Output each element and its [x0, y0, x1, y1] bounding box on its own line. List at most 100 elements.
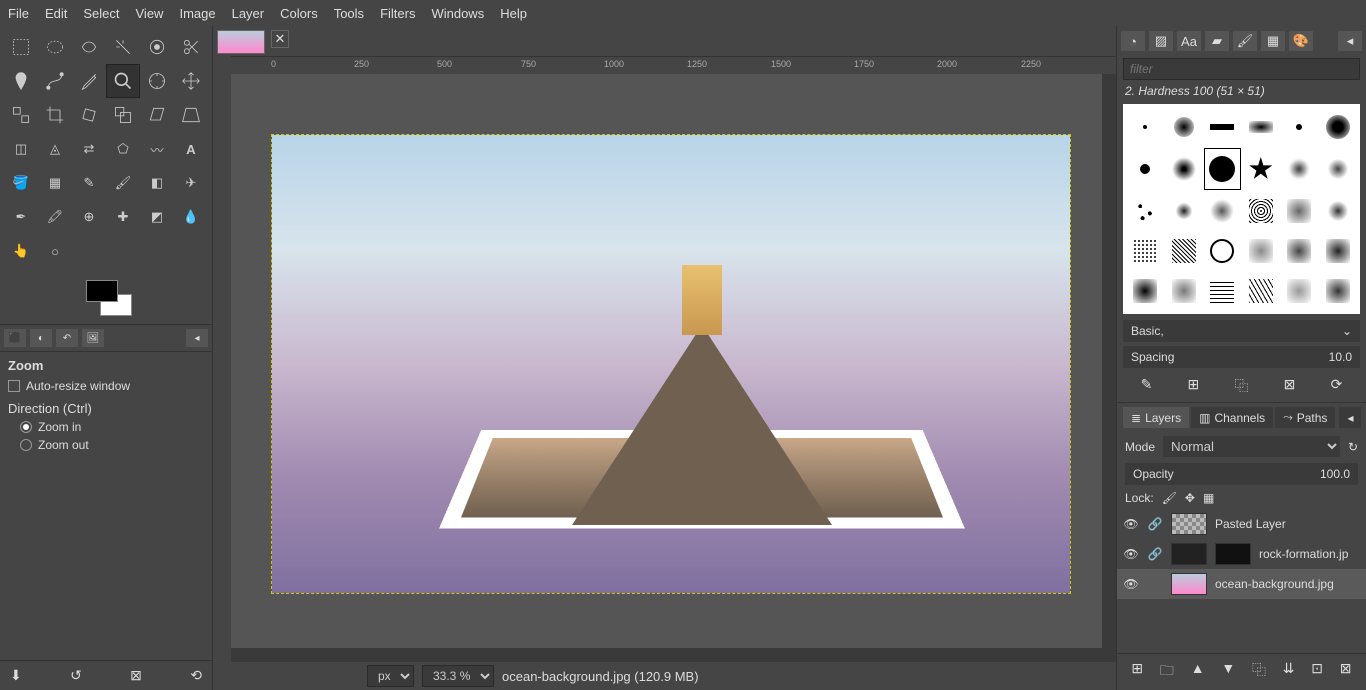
brush-cell[interactable] — [1320, 192, 1357, 230]
brush-cell[interactable] — [1243, 192, 1280, 230]
layer-name[interactable]: ocean-background.jpg — [1215, 577, 1334, 591]
layer-row[interactable]: 👁 🔗 rock-formation.jp — [1117, 539, 1366, 569]
tool-airbrush[interactable]: ✈ — [174, 166, 208, 200]
tool-free-select[interactable] — [72, 30, 106, 64]
layer-delete-icon[interactable]: ⊠ — [1340, 660, 1352, 684]
brush-cell[interactable] — [1127, 108, 1164, 146]
tool-flip[interactable]: ⇄ — [72, 132, 106, 166]
visibility-icon[interactable]: 👁 — [1123, 547, 1139, 561]
tool-ellipse-select[interactable] — [38, 30, 72, 64]
restore-options-icon[interactable]: ↺ — [70, 667, 82, 684]
layer-merge-icon[interactable]: ⇊ — [1283, 660, 1295, 684]
tool-mypaint[interactable]: 🖍 — [38, 200, 72, 234]
brush-preset-select[interactable]: Basic,⌄ — [1123, 320, 1360, 342]
layer-duplicate-icon[interactable]: ⿻ — [1252, 660, 1266, 684]
tab-menu[interactable]: ◂ — [1339, 407, 1361, 428]
tool-scissors[interactable] — [174, 30, 208, 64]
tool-crop[interactable] — [38, 98, 72, 132]
canvas[interactable] — [271, 134, 1071, 594]
menu-tools[interactable]: Tools — [334, 6, 364, 21]
tool-text[interactable]: A — [174, 132, 208, 166]
brush-cell[interactable] — [1166, 272, 1203, 310]
brush-cell[interactable] — [1204, 272, 1241, 310]
tool-foreground-select[interactable] — [4, 64, 38, 98]
mode-select[interactable]: Normal — [1163, 436, 1340, 457]
tool-ink[interactable]: ✒ — [4, 200, 38, 234]
tool-gradient[interactable]: ▦ — [38, 166, 72, 200]
brush-cell[interactable] — [1127, 148, 1164, 190]
tool-rotate[interactable] — [72, 98, 106, 132]
brush-delete-icon[interactable]: ⊠ — [1284, 376, 1296, 396]
menu-filters[interactable]: Filters — [380, 6, 415, 21]
brush-cell[interactable] — [1243, 148, 1280, 190]
tab-channels[interactable]: ▥ Channels — [1191, 407, 1273, 428]
lock-alpha-icon[interactable]: ▦ — [1203, 491, 1214, 505]
brush-cell[interactable] — [1243, 108, 1280, 146]
scrollbar-horizontal[interactable] — [231, 648, 1116, 662]
tool-paintbrush[interactable]: 🖌 — [106, 166, 140, 200]
canvas-viewport[interactable] — [231, 74, 1102, 648]
brush-filter-input[interactable] — [1123, 58, 1360, 80]
image-tab-close[interactable]: ✕ — [271, 30, 289, 48]
tool-blur[interactable]: 💧 — [174, 200, 208, 234]
tool-bucket-fill[interactable]: 🪣 — [4, 166, 38, 200]
layer-up-icon[interactable]: ▲ — [1191, 660, 1205, 684]
dock-tab-palettes[interactable]: ▦ — [1261, 31, 1285, 51]
brush-edit-icon[interactable]: ✎ — [1141, 376, 1153, 396]
brush-cell[interactable] — [1127, 192, 1164, 230]
layer-new-icon[interactable]: ⊞ — [1131, 660, 1143, 684]
delete-options-icon[interactable]: ⊠ — [130, 667, 142, 684]
brush-cell-selected[interactable] — [1204, 148, 1241, 190]
tool-paths[interactable] — [38, 64, 72, 98]
opt-tab-undo[interactable]: ↶ — [56, 329, 78, 347]
color-swatch[interactable] — [76, 280, 136, 320]
brush-cell[interactable] — [1243, 272, 1280, 310]
layer-row[interactable]: 👁 ocean-background.jpg — [1117, 569, 1366, 599]
brush-cell[interactable] — [1281, 108, 1318, 146]
opacity-slider[interactable]: Opacity 100.0 — [1125, 463, 1358, 485]
brush-cell[interactable] — [1204, 192, 1241, 230]
brush-cell[interactable] — [1204, 232, 1241, 270]
zoom-in-radio[interactable]: Zoom in — [20, 420, 204, 434]
brush-cell[interactable] — [1281, 148, 1318, 190]
menu-colors[interactable]: Colors — [280, 6, 318, 21]
tool-unified-transform[interactable]: ◫ — [4, 132, 38, 166]
menu-view[interactable]: View — [136, 6, 164, 21]
unit-select[interactable]: px — [367, 665, 414, 687]
tool-color-picker[interactable] — [72, 64, 106, 98]
tool-dodge[interactable]: ○ — [38, 234, 72, 268]
opt-tab-image[interactable]: 🖼 — [82, 329, 104, 347]
menu-select[interactable]: Select — [83, 6, 119, 21]
brush-cell[interactable] — [1281, 192, 1318, 230]
tool-smudge[interactable]: 👆 — [4, 234, 38, 268]
tab-layers[interactable]: ≣ Layers — [1123, 407, 1189, 428]
brush-cell[interactable] — [1320, 232, 1357, 270]
mode-switch-icon[interactable]: ↻ — [1348, 440, 1358, 454]
brush-cell[interactable] — [1243, 232, 1280, 270]
tool-cage[interactable]: ⬠ — [106, 132, 140, 166]
brush-cell[interactable] — [1127, 232, 1164, 270]
opt-tab-tool[interactable]: ⬛ — [4, 329, 26, 347]
link-icon[interactable]: 🔗 — [1147, 517, 1163, 531]
tool-perspective[interactable] — [174, 98, 208, 132]
tool-move[interactable] — [174, 64, 208, 98]
ruler-vertical[interactable] — [213, 74, 231, 648]
lock-position-icon[interactable]: ✥ — [1185, 491, 1195, 505]
auto-resize-checkbox[interactable]: Auto-resize window — [8, 379, 204, 393]
tool-clone[interactable]: ⊕ — [72, 200, 106, 234]
tool-rect-select[interactable] — [4, 30, 38, 64]
spacing-slider[interactable]: Spacing 10.0 — [1123, 346, 1360, 368]
tool-pencil[interactable]: ✎ — [72, 166, 106, 200]
tab-paths[interactable]: ⤳ Paths — [1275, 407, 1335, 428]
menu-file[interactable]: File — [8, 6, 29, 21]
ruler-horizontal[interactable]: 0 250 500 750 1000 1250 1500 1750 2000 2… — [231, 56, 1116, 74]
brush-cell[interactable] — [1166, 192, 1203, 230]
brush-cell[interactable] — [1281, 272, 1318, 310]
dock-tab-gradients[interactable]: ▰ — [1205, 31, 1229, 51]
dock-tab-fonts[interactable]: Aa — [1177, 31, 1201, 51]
menu-help[interactable]: Help — [500, 6, 527, 21]
tool-scale[interactable] — [106, 98, 140, 132]
menu-layer[interactable]: Layer — [232, 6, 265, 21]
scrollbar-vertical[interactable] — [1102, 74, 1116, 648]
tool-heal[interactable]: ✚ — [106, 200, 140, 234]
